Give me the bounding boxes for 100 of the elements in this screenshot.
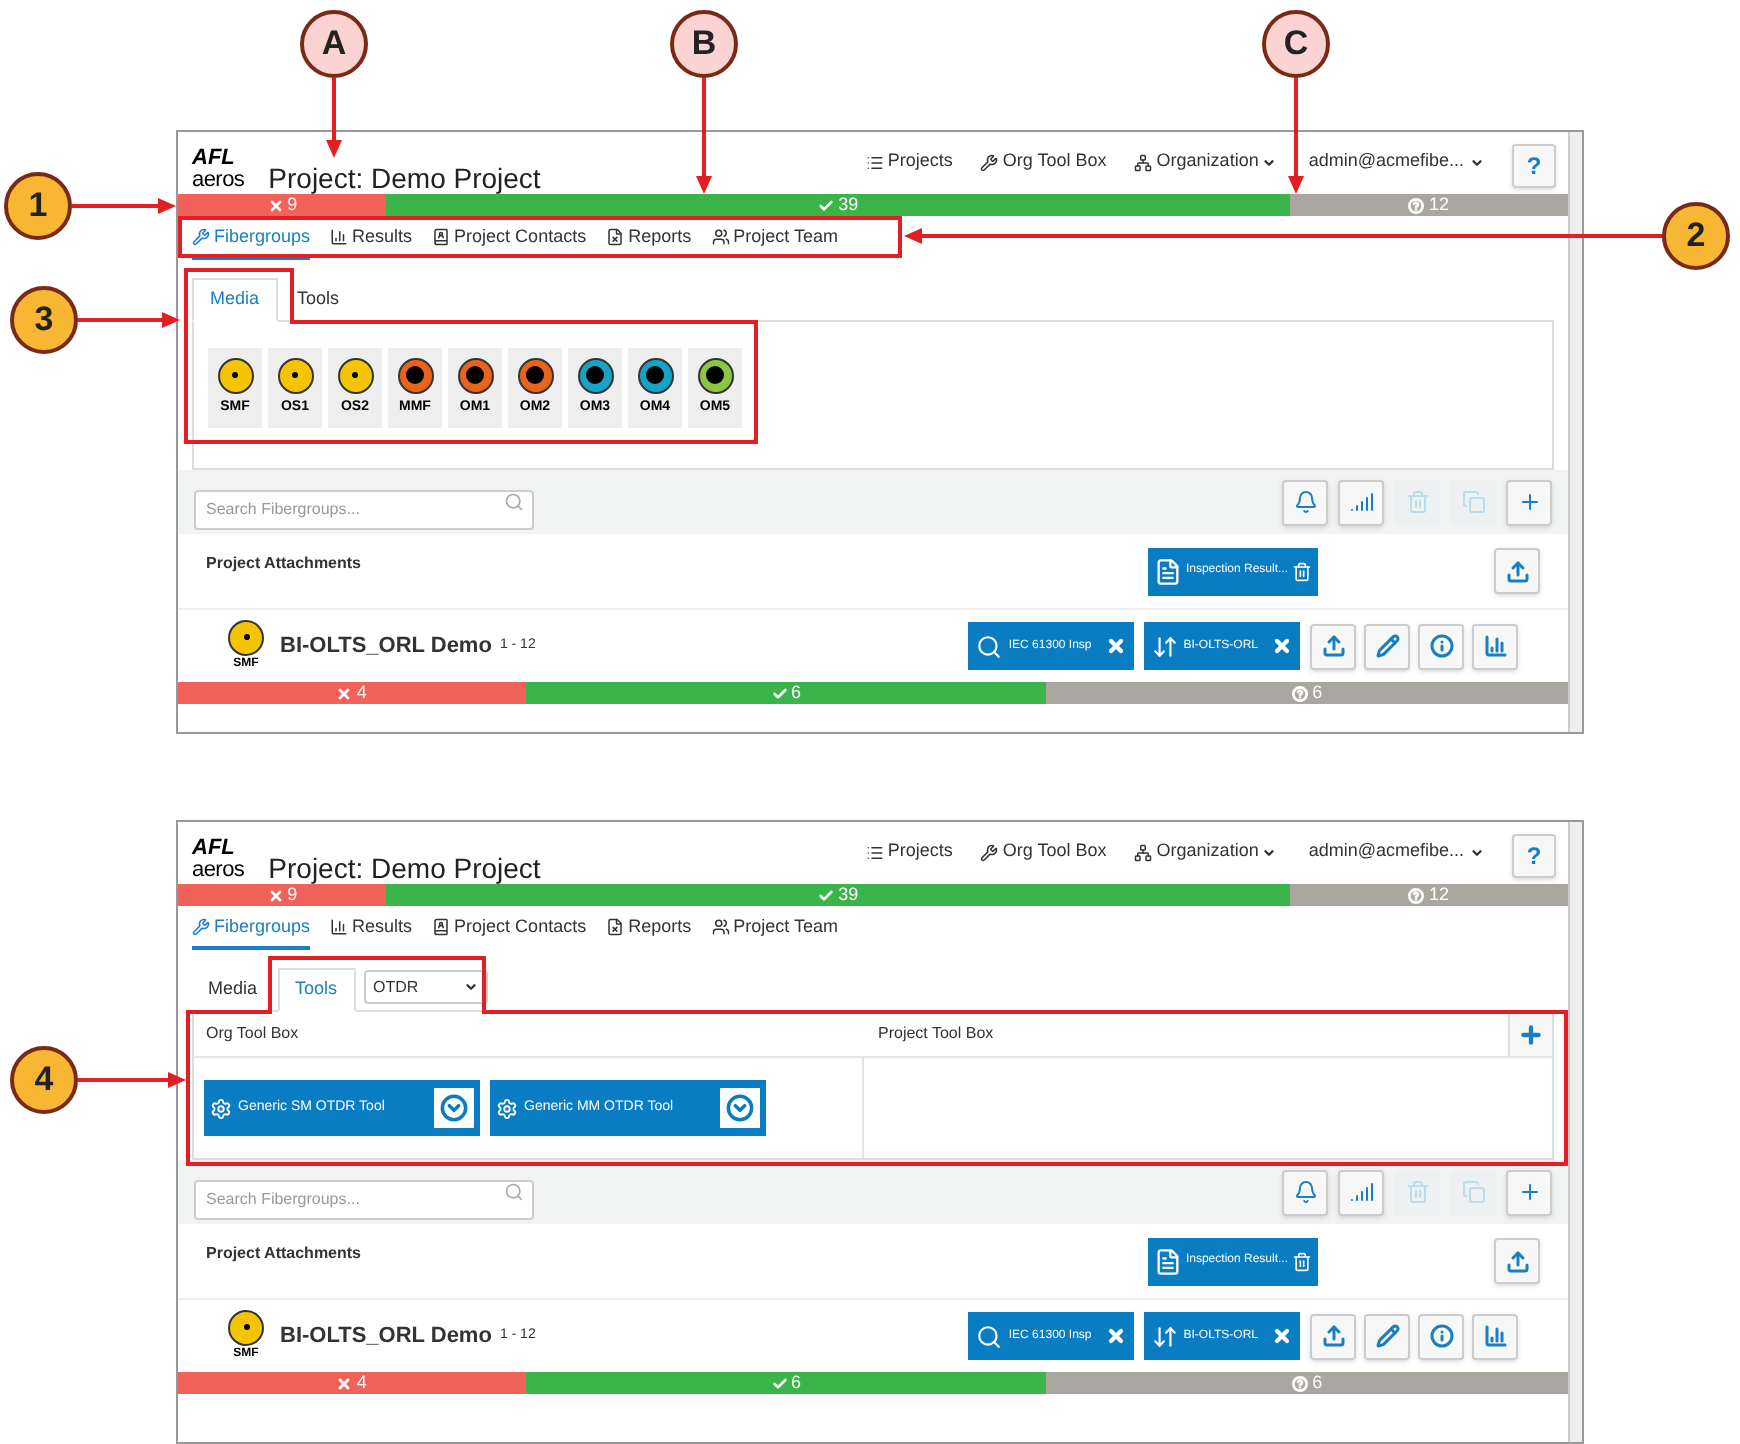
toolbar-button[interactable] [1282, 1169, 1328, 1215]
close-icon [1272, 636, 1292, 656]
info-button[interactable] [1418, 1313, 1464, 1359]
sub-tab[interactable]: Media [192, 278, 278, 322]
search-field[interactable]: Search Fibergroups... [194, 1179, 534, 1219]
scrollbar[interactable] [1568, 822, 1582, 1442]
wrench-icon [980, 153, 999, 171]
callout-badge: 1 [4, 172, 72, 240]
nav-link[interactable]: Projects [865, 148, 953, 176]
user-menu[interactable]: admin@acmefibe... [1308, 148, 1484, 176]
nav-tab[interactable]: Reports [606, 219, 692, 259]
wrench-icon [192, 228, 210, 246]
nav-tab[interactable]: Project Contacts [432, 219, 587, 259]
edit-button[interactable] [1364, 1313, 1410, 1359]
column-heading: Org Tool Box [204, 1022, 301, 1046]
chevron-icon [726, 1094, 754, 1122]
search-icon [504, 492, 524, 512]
caret-icon [463, 980, 478, 994]
nav-tab[interactable]: Results [330, 909, 413, 949]
bell-icon [1293, 490, 1317, 514]
upload-icon [1505, 1249, 1529, 1273]
nav-tab[interactable]: Reports [606, 909, 692, 949]
nav-link[interactable]: Org Tool Box [980, 838, 1107, 866]
add-tool-button[interactable] [1508, 1012, 1552, 1056]
cross-icon [336, 1375, 353, 1391]
toolbar-button[interactable] [1506, 479, 1552, 525]
status-count: 12 [1428, 886, 1449, 904]
column-heading: Project Tool Box [878, 1022, 994, 1046]
callout-badge: 4 [10, 1046, 78, 1114]
edit-button[interactable] [1364, 623, 1410, 669]
check-icon [818, 887, 835, 903]
upload-button[interactable] [1310, 1313, 1356, 1359]
trash-icon [1405, 490, 1429, 514]
help-button[interactable]: ? [1512, 834, 1556, 878]
nav-link[interactable]: Organization [1134, 148, 1277, 176]
close-icon [1105, 636, 1126, 656]
upload-icon [1505, 559, 1529, 583]
callout-badge: C [1262, 10, 1330, 78]
upload-button[interactable] [1494, 1238, 1540, 1284]
brand-logo: AFL [192, 148, 237, 170]
nav-tab[interactable]: Project Team [711, 909, 838, 949]
wrench-icon [980, 843, 999, 861]
people-icon [711, 228, 730, 246]
nav-link[interactable]: Org Tool Box [980, 148, 1107, 176]
upload-button[interactable] [1494, 548, 1540, 594]
tool-type-dropdown[interactable]: OTDR [363, 970, 488, 1004]
copy-icon [1461, 1180, 1485, 1204]
section-title: Project Attachments [206, 552, 361, 576]
info-icon [1429, 1324, 1453, 1348]
fibergroup-name[interactable]: BI-OLTS_ORL Demo [280, 1319, 492, 1353]
trash-icon [1292, 561, 1312, 581]
plus-icon [1517, 490, 1541, 514]
scrollbar[interactable] [1568, 132, 1582, 732]
expand-button[interactable] [434, 1088, 474, 1128]
nav-link[interactable]: Projects [865, 838, 953, 866]
trash-icon [1292, 1251, 1312, 1271]
results-button[interactable] [1472, 623, 1518, 669]
status-count: 39 [838, 196, 859, 214]
bar-chart-icon [330, 228, 349, 246]
sub-tab[interactable]: Tools [281, 278, 356, 322]
help-button[interactable]: ? [1512, 144, 1556, 188]
toolbar-button[interactable] [1338, 479, 1384, 525]
user-menu[interactable]: admin@acmefibe... [1308, 838, 1484, 866]
nav-tab[interactable]: Fibergroups [192, 219, 311, 259]
hierarchy-icon [1134, 843, 1153, 861]
toolbar-button[interactable] [1506, 1169, 1552, 1215]
info-button[interactable] [1418, 623, 1464, 669]
status-count: 39 [838, 886, 859, 904]
toolbar-button[interactable] [1282, 479, 1328, 525]
chevron-icon [440, 1094, 468, 1122]
status-count: 9 [287, 886, 298, 904]
sub-tab[interactable]: Media [192, 968, 274, 1012]
upload-button[interactable] [1310, 623, 1356, 669]
nav-link[interactable]: Organization [1134, 838, 1277, 866]
contact-book-icon [432, 228, 451, 246]
check-icon [771, 1375, 788, 1391]
toolbar-button[interactable] [1338, 1169, 1384, 1215]
callout-badge: A [300, 10, 368, 78]
nav-tab[interactable]: Project Contacts [432, 909, 587, 949]
gear-icon [496, 1097, 518, 1119]
nav-tab[interactable]: Fibergroups [192, 909, 311, 949]
plus-icon [1518, 1021, 1544, 1047]
plus-icon [1517, 1180, 1541, 1204]
results-button[interactable] [1472, 1313, 1518, 1359]
expand-button[interactable] [720, 1088, 760, 1128]
upload-icon [1321, 1324, 1345, 1348]
up-down-arrows-icon [1151, 633, 1178, 659]
check-icon [818, 197, 835, 213]
fibergroup-name[interactable]: BI-OLTS_ORL Demo [280, 629, 492, 663]
status-count: 4 [356, 1374, 367, 1392]
nav-tab[interactable]: Results [330, 219, 413, 259]
search-field[interactable]: Search Fibergroups... [194, 489, 534, 529]
magnifier-icon [976, 633, 1003, 659]
callout-arrow [326, 78, 342, 158]
callout-badge: 2 [1662, 202, 1730, 270]
document-icon [606, 918, 625, 936]
product-logo: aeros [192, 860, 245, 882]
nav-tab[interactable]: Project Team [711, 219, 838, 259]
list-icon [865, 843, 884, 861]
sub-tab[interactable]: Tools [277, 968, 356, 1012]
